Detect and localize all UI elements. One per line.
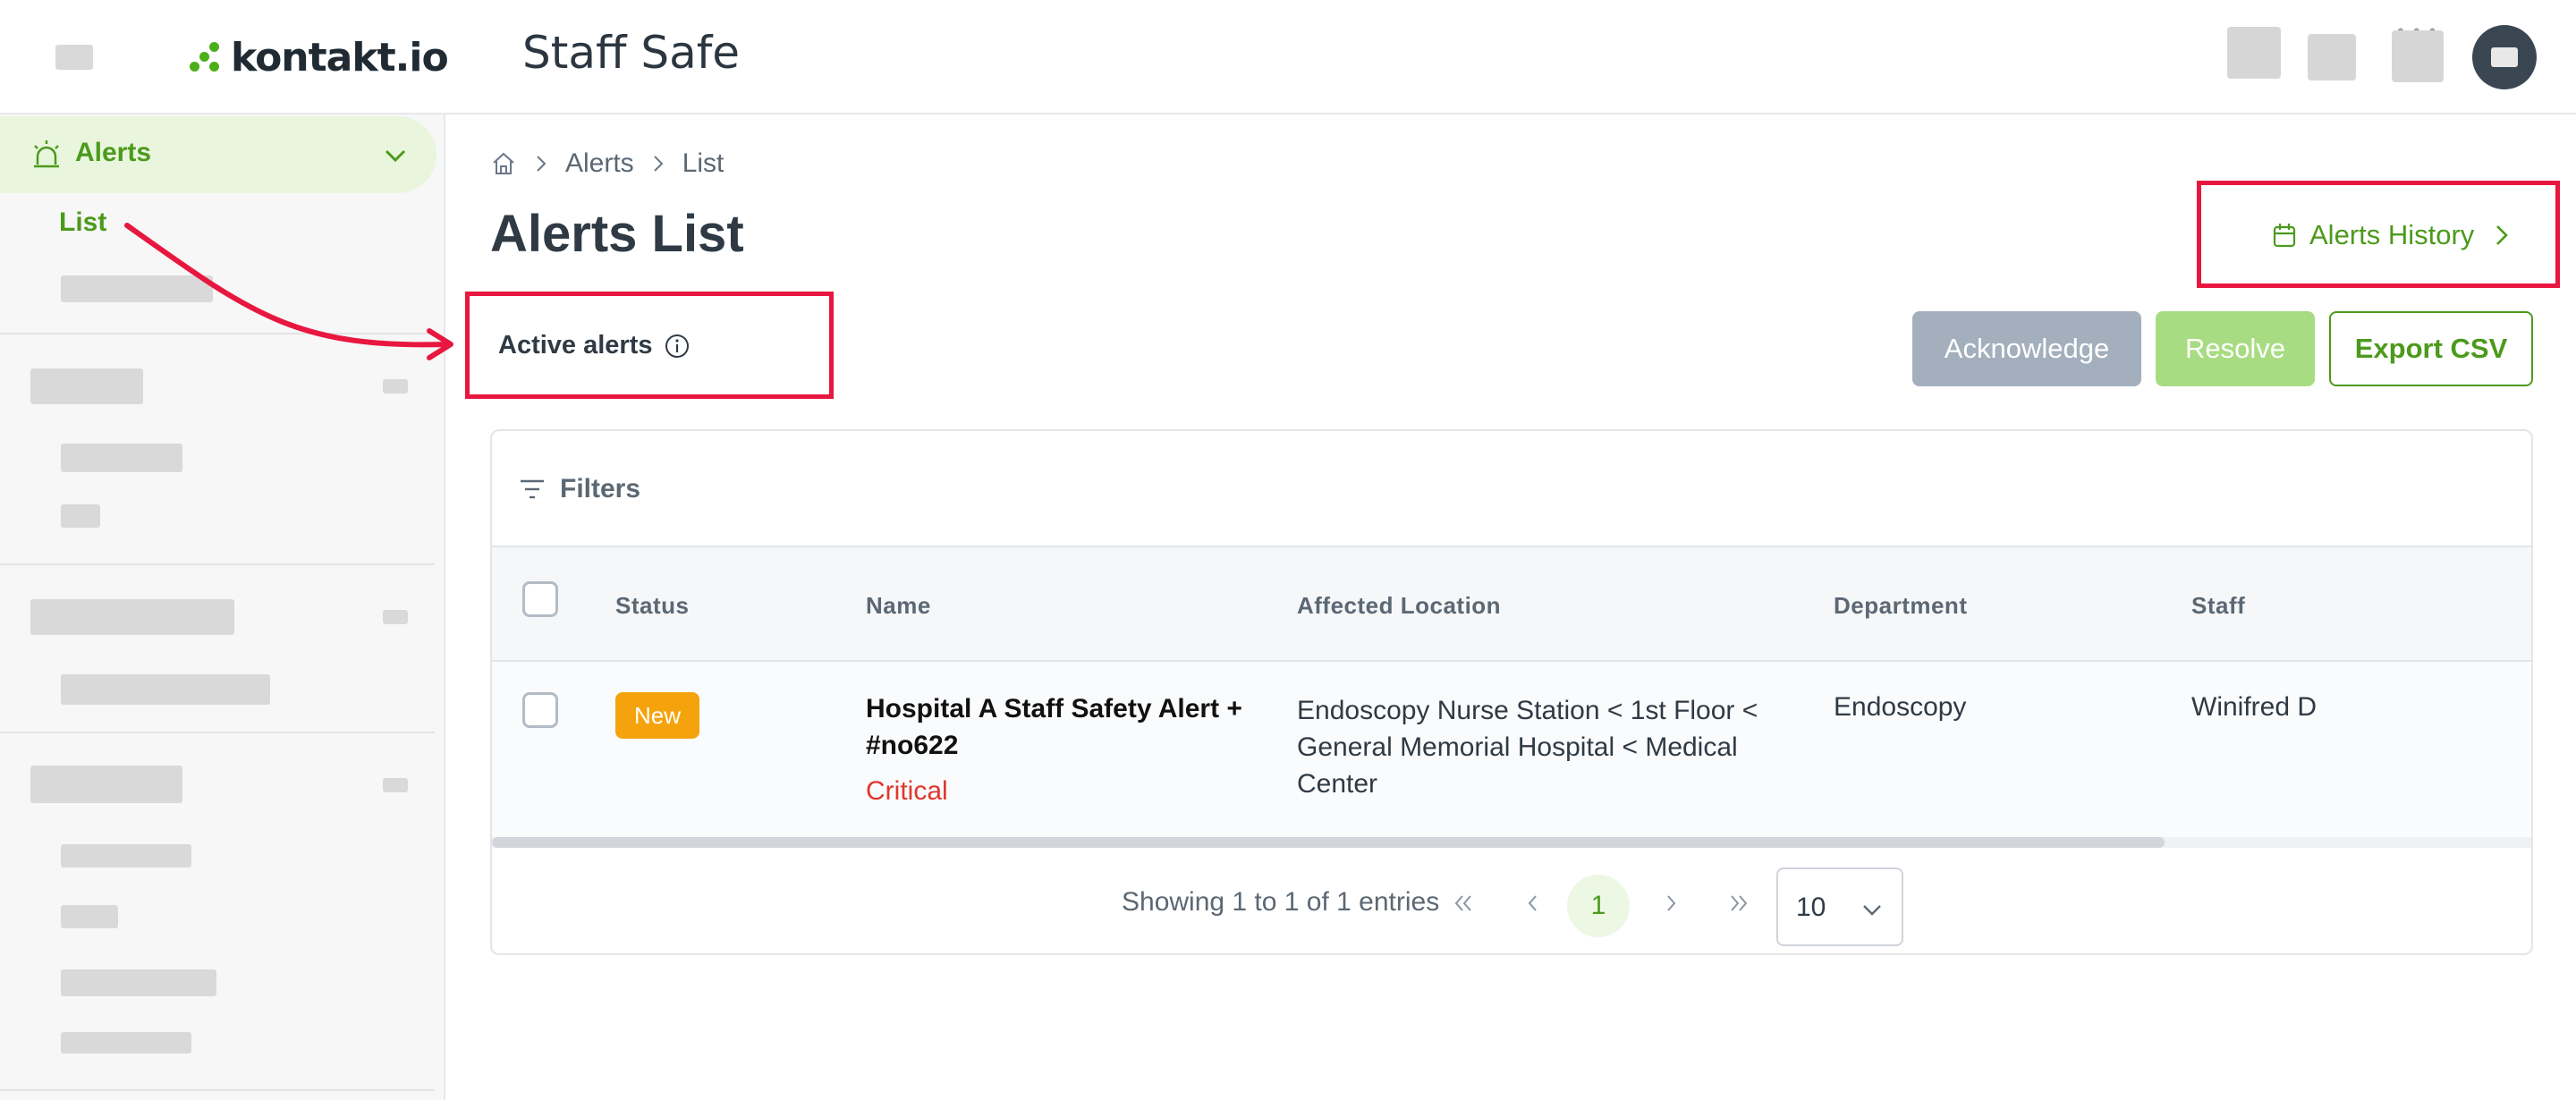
home-icon[interactable] — [490, 150, 517, 177]
chevron-right-icon — [537, 156, 547, 172]
chevron-right-icon — [2496, 225, 2509, 245]
app-title: Staff Safe — [522, 27, 741, 79]
sidebar-placeholder[interactable] — [30, 766, 182, 803]
export-csv-button[interactable]: Export CSV — [2329, 311, 2533, 386]
breadcrumb-alerts[interactable]: Alerts — [565, 148, 634, 179]
department: Endoscopy — [1834, 692, 1967, 722]
select-all-checkbox[interactable] — [522, 581, 558, 617]
next-page-icon[interactable] — [1658, 891, 1683, 916]
breadcrumb: Alerts List — [490, 147, 724, 181]
acknowledge-button[interactable]: Acknowledge — [1912, 311, 2141, 386]
topbar-placeholder-icon[interactable] — [2308, 34, 2356, 80]
sidebar-item-alerts[interactable]: Alerts — [0, 116, 436, 193]
chevron-down-icon — [385, 149, 406, 163]
page-size-select[interactable]: 10 — [1776, 867, 1903, 946]
alarm-icon — [34, 140, 59, 168]
sidebar-placeholder — [383, 379, 408, 393]
breadcrumb-list: List — [682, 148, 724, 178]
pagination-info: Showing 1 to 1 of 1 entries — [1122, 887, 1440, 917]
alert-severity: Critical — [866, 776, 948, 806]
sidebar-placeholder[interactable] — [61, 844, 191, 867]
sidebar-divider — [0, 563, 435, 565]
sidebar-placeholder — [383, 610, 408, 624]
filter-icon — [521, 479, 544, 499]
chevron-down-icon — [1863, 905, 1881, 916]
column-header-staff[interactable]: Staff — [2191, 592, 2245, 620]
topbar-placeholder-icon[interactable] — [2392, 30, 2444, 82]
staff: Winifred D — [2191, 692, 2318, 722]
sidebar-item-list[interactable]: List — [59, 207, 106, 238]
page-size-value: 10 — [1796, 893, 1826, 922]
sidebar-placeholder[interactable] — [61, 969, 216, 996]
sidebar-divider — [0, 732, 435, 733]
pagination: Showing 1 to 1 of 1 entries 1 10 — [492, 848, 2531, 953]
avatar[interactable] — [2472, 25, 2537, 89]
alerts-table-card: Filters Status Name Affected Location De… — [490, 429, 2533, 955]
column-header-department[interactable]: Department — [1834, 592, 1967, 620]
logo-text: kontakt.io — [231, 34, 449, 80]
logo[interactable]: kontakt.io — [190, 30, 449, 84]
affected-location: Endoscopy Nurse Station < 1st Floor < Ge… — [1297, 696, 1758, 799]
scrollbar-thumb[interactable] — [492, 837, 2165, 848]
page-number-current[interactable]: 1 — [1567, 875, 1630, 937]
sidebar-item-alerts-label: Alerts — [75, 138, 152, 167]
active-alerts-heading: Active alerts — [498, 331, 691, 360]
row-checkbox[interactable] — [522, 692, 558, 728]
sidebar-placeholder[interactable] — [30, 599, 234, 635]
chevron-right-icon — [653, 156, 664, 172]
menu-icon[interactable] — [55, 45, 93, 70]
horizontal-scrollbar[interactable] — [492, 837, 2531, 848]
topbar-placeholder-icon[interactable] — [2227, 27, 2281, 79]
first-page-icon[interactable] — [1451, 891, 1476, 916]
active-alerts-label: Active alerts — [498, 331, 653, 360]
top-bar: kontakt.io Staff Safe • • • — [0, 0, 2576, 114]
table-row[interactable]: New Hospital A Staff Safety Alert + #no6… — [492, 662, 2531, 837]
sidebar-placeholder[interactable] — [30, 368, 143, 404]
annotation-arrow — [124, 223, 453, 360]
alerts-history-link[interactable]: Alerts History — [2272, 215, 2513, 256]
sidebar-placeholder[interactable] — [61, 504, 100, 528]
sidebar-placeholder[interactable] — [61, 905, 118, 928]
alert-name[interactable]: Hospital A Staff Safety Alert + #no622 — [866, 690, 1259, 764]
page-title: Alerts List — [490, 205, 744, 263]
table-header: Status Name Affected Location Department… — [492, 546, 2531, 662]
sidebar-divider — [0, 1089, 435, 1091]
filters-label: Filters — [560, 474, 641, 503]
calendar-icon — [2273, 224, 2296, 248]
filters-toggle[interactable]: Filters — [519, 474, 640, 504]
status-badge: New — [615, 692, 699, 739]
resolve-button[interactable]: Resolve — [2156, 311, 2315, 386]
sidebar-placeholder[interactable] — [61, 1032, 191, 1053]
column-header-name[interactable]: Name — [866, 592, 931, 620]
sidebar-placeholder[interactable] — [61, 444, 182, 472]
column-header-location[interactable]: Affected Location — [1297, 592, 1501, 620]
alerts-history-label: Alerts History — [2309, 219, 2475, 250]
last-page-icon[interactable] — [1726, 891, 1751, 916]
sidebar-placeholder — [383, 778, 408, 792]
column-header-status[interactable]: Status — [615, 592, 689, 620]
info-icon[interactable] — [664, 333, 691, 360]
sidebar-placeholder[interactable] — [61, 674, 270, 705]
logo-mark-icon — [190, 42, 220, 72]
prev-page-icon[interactable] — [1521, 891, 1546, 916]
